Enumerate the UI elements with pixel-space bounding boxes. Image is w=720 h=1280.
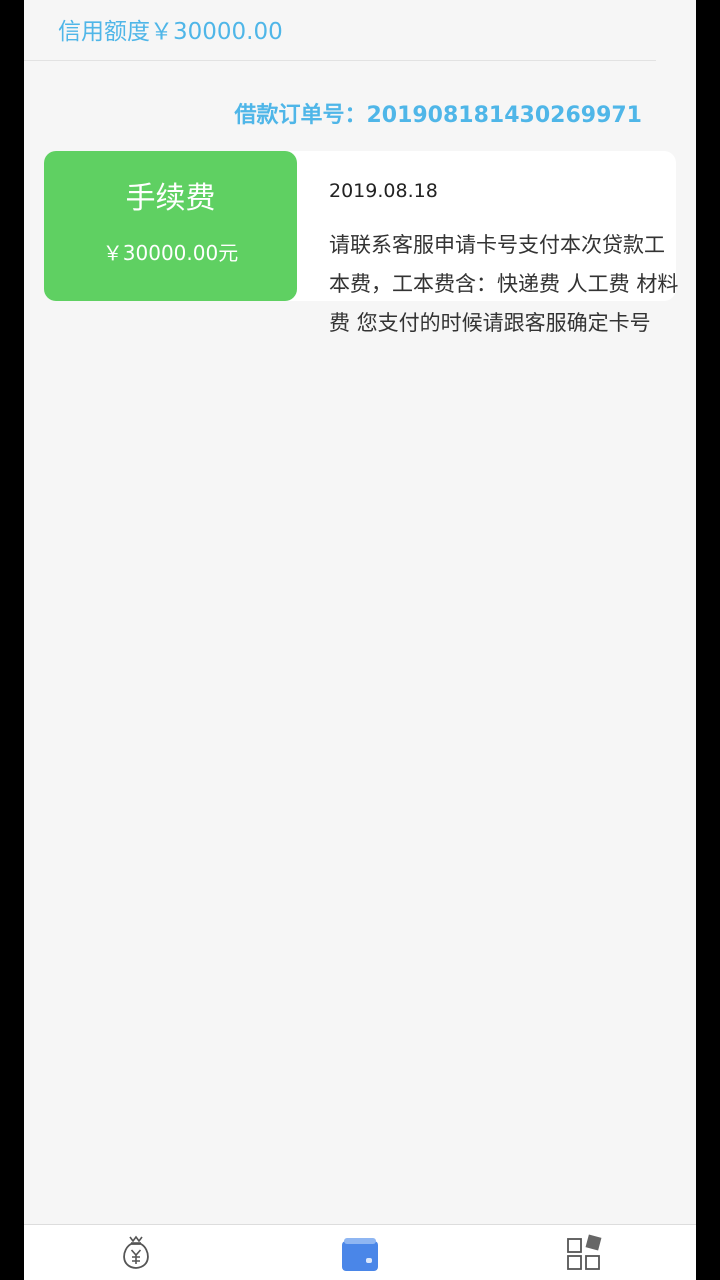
tab-wallet[interactable] (248, 1225, 472, 1280)
record-date: 2019.08.18 (329, 180, 438, 202)
tab-loan[interactable] (24, 1225, 248, 1280)
fee-summary-block[interactable]: 手续费 ￥30000.00元 (44, 151, 297, 301)
divider (24, 60, 656, 61)
money-bag-icon (123, 1235, 149, 1269)
fee-title: 手续费 (125, 181, 216, 216)
fee-amount: ￥30000.00元 (102, 241, 239, 265)
credit-limit: 信用额度￥30000.00 (58, 19, 283, 45)
wallet-icon (342, 1238, 378, 1271)
app-screen: 信用额度￥30000.00 借款订单号：201908181430269971 手… (24, 0, 696, 1280)
grid-apps-icon (567, 1234, 602, 1270)
record-description: 请联系客服申请卡号支付本次贷款工本费，工本费含：快递费 人工费 材料费 您支付的… (329, 233, 679, 335)
tab-more[interactable] (472, 1225, 696, 1280)
bottom-tab-bar (24, 1224, 696, 1280)
order-number: 借款订单号：201908181430269971 (234, 103, 642, 128)
